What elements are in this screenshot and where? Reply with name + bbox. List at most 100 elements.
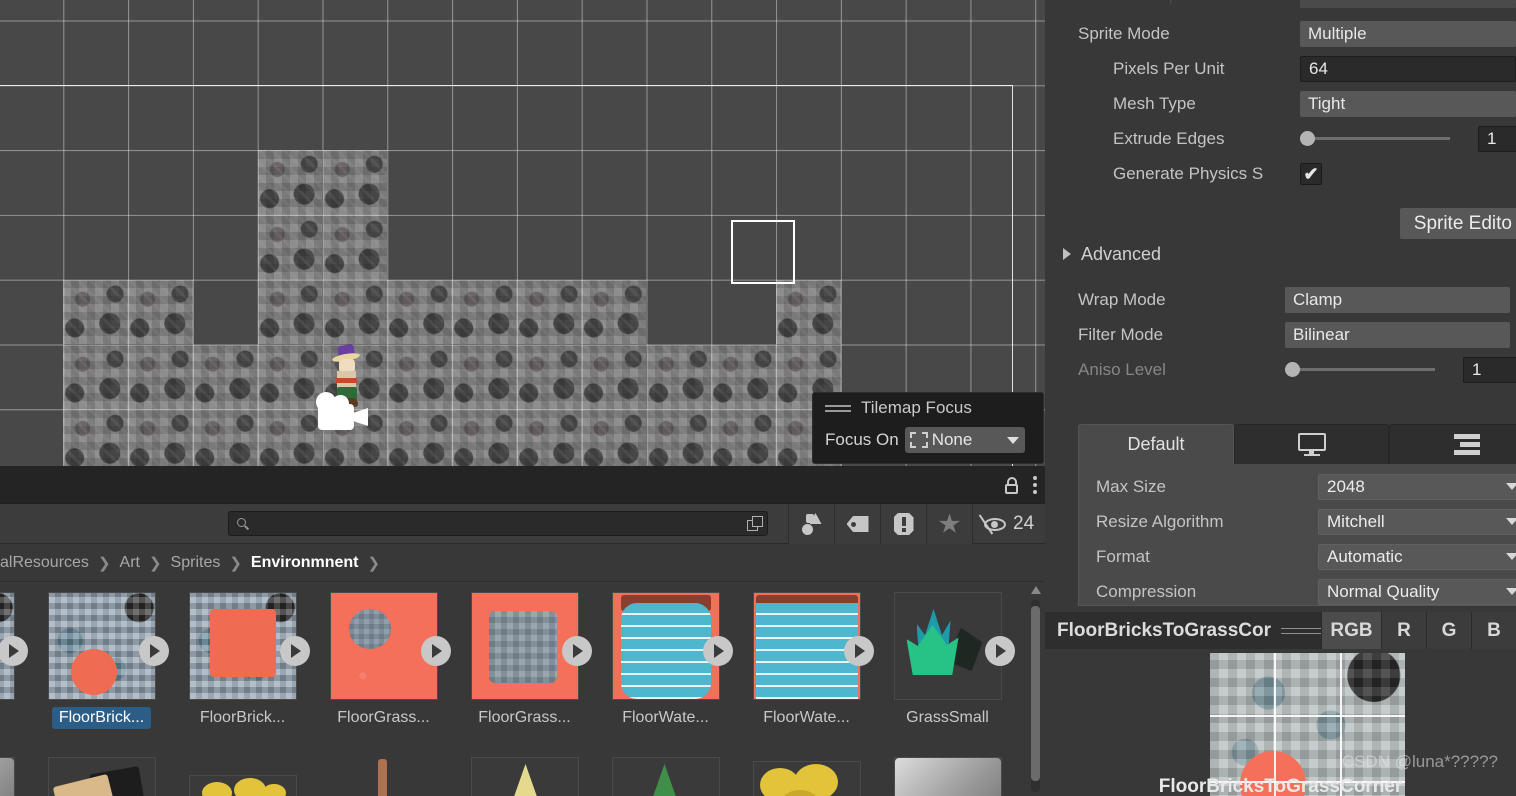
tilemap-focus-header[interactable]: Tilemap Focus: [813, 393, 1043, 423]
resize-algorithm-dropdown[interactable]: Mitchell: [1318, 508, 1516, 535]
asset-label[interactable]: FloorBrick...: [51, 707, 152, 729]
expand-asset-icon[interactable]: [138, 636, 169, 666]
max-size-dropdown[interactable]: 2048: [1318, 473, 1516, 500]
asset-thumbnail[interactable]: [329, 592, 451, 700]
channel-b-button[interactable]: B: [1471, 612, 1516, 649]
more-options-icon[interactable]: [1033, 476, 1037, 494]
list-item[interactable]: FloorBrick...: [31, 592, 172, 729]
asset-label[interactable]: FloorWate...: [615, 707, 716, 729]
list-item[interactable]: [595, 757, 736, 796]
sprite-mode-dropdown[interactable]: Multiple: [1300, 20, 1516, 47]
expand-asset-icon[interactable]: [0, 636, 28, 666]
chevron-right-icon[interactable]: [1063, 248, 1071, 260]
asset-thumbnail[interactable]: [188, 775, 297, 796]
channel-g-button[interactable]: G: [1426, 612, 1471, 649]
focus-on-dropdown[interactable]: None: [904, 427, 1025, 453]
list-item[interactable]: FloorWate...: [736, 592, 877, 729]
lock-icon[interactable]: [1005, 476, 1019, 494]
list-item[interactable]: FloorBrick...: [172, 592, 313, 729]
breadcrumb-item-2[interactable]: Sprites: [171, 554, 221, 572]
extrude-edges-slider[interactable]: 1: [1300, 125, 1516, 152]
asset-thumbnail[interactable]: [47, 757, 156, 796]
asset-thumbnail[interactable]: [0, 757, 15, 796]
asset-thumbnail[interactable]: [0, 592, 28, 700]
list-item[interactable]: [31, 757, 172, 796]
expand-asset-icon[interactable]: [843, 636, 874, 666]
asset-thumbnail[interactable]: [47, 592, 169, 700]
asset-thumbnail[interactable]: [470, 757, 579, 796]
tab-webgl[interactable]: [1389, 424, 1516, 464]
mesh-type-dropdown[interactable]: Tight: [1300, 90, 1516, 117]
asset-thumbnail[interactable]: [611, 592, 733, 700]
asset-label[interactable]: FloorWate...: [756, 707, 857, 729]
asset-thumbnail[interactable]: [611, 757, 720, 796]
preview-zoom-slider[interactable]: [1280, 626, 1321, 636]
list-item[interactable]: [454, 757, 595, 796]
aniso-level-slider[interactable]: 1: [1285, 356, 1516, 383]
list-item[interactable]: [736, 757, 877, 796]
list-item[interactable]: [313, 757, 454, 796]
breadcrumb-item-3[interactable]: Environmnent: [251, 554, 359, 572]
asset-thumbnail[interactable]: [893, 757, 1002, 796]
texture-shape-dropdown[interactable]: 2D: [1300, 0, 1516, 8]
compression-dropdown[interactable]: Normal Quality: [1318, 578, 1516, 605]
aniso-level-value[interactable]: 1: [1463, 356, 1516, 383]
asset-label[interactable]: FloorGrass...: [471, 707, 577, 729]
breadcrumb-item-1[interactable]: Art: [120, 554, 140, 572]
wrap-mode-dropdown[interactable]: Clamp: [1285, 286, 1510, 313]
hidden-items-button[interactable]: 24: [972, 504, 1044, 544]
tab-standalone[interactable]: [1234, 424, 1389, 464]
list-item[interactable]: [0, 592, 31, 729]
search-field[interactable]: [228, 511, 768, 536]
list-item[interactable]: GrassSmall: [877, 592, 1018, 729]
asset-thumbnail[interactable]: [752, 761, 861, 796]
search-input[interactable]: [249, 516, 747, 531]
slider-track[interactable]: [1300, 131, 1450, 146]
generate-physics-shape-checkbox[interactable]: ✔: [1300, 162, 1322, 185]
expand-asset-icon[interactable]: [279, 636, 310, 666]
list-item[interactable]: FloorGrass...: [454, 592, 595, 729]
list-item[interactable]: FloorGrass...: [313, 592, 454, 729]
filter-favorites-button[interactable]: [926, 504, 972, 544]
slider-track[interactable]: [1285, 362, 1435, 377]
slider-knob[interactable]: [1300, 131, 1315, 146]
asset-label[interactable]: FloorGrass...: [330, 707, 436, 729]
tab-default[interactable]: Default: [1078, 424, 1234, 464]
extrude-edges-value[interactable]: 1: [1478, 125, 1516, 152]
asset-thumbnail[interactable]: [188, 592, 310, 700]
filter-by-label-button[interactable]: [834, 504, 880, 544]
asset-thumbnail[interactable]: [893, 592, 1015, 700]
asset-thumbnail[interactable]: [752, 592, 874, 700]
scene-view[interactable]: Tilemap Focus Focus On None: [0, 0, 1045, 466]
list-item[interactable]: [0, 757, 31, 796]
asset-label[interactable]: FloorBrick...: [193, 707, 292, 729]
scrollbar-thumb[interactable]: [1031, 606, 1040, 781]
asset-grid[interactable]: FloorBrick... FloorBrick... FloorGrass..…: [0, 582, 1045, 796]
format-dropdown[interactable]: Automatic: [1318, 543, 1516, 570]
sprite-editor-button[interactable]: Sprite Edito: [1399, 208, 1516, 239]
slider-knob[interactable]: [1285, 362, 1300, 377]
filter-warnings-button[interactable]: [880, 504, 926, 544]
expand-asset-icon[interactable]: [561, 636, 592, 666]
scroll-up-icon[interactable]: [1031, 586, 1041, 594]
asset-label[interactable]: GrassSmall: [899, 707, 996, 729]
expand-asset-icon[interactable]: [702, 636, 733, 666]
expand-asset-icon[interactable]: [420, 636, 451, 666]
search-popout-icon[interactable]: [747, 515, 763, 532]
pixels-per-unit-input[interactable]: 64: [1300, 55, 1516, 82]
project-browser-scrollbar[interactable]: [1031, 586, 1041, 792]
channel-r-button[interactable]: R: [1381, 612, 1426, 649]
channel-rgb-button[interactable]: RGB: [1320, 612, 1381, 649]
filter-mode-dropdown[interactable]: Bilinear: [1285, 321, 1510, 348]
tilemap-focus-overlay[interactable]: Tilemap Focus Focus On None: [812, 392, 1044, 464]
advanced-foldout[interactable]: Advanced: [1045, 237, 1516, 271]
list-item[interactable]: FloorWate...: [595, 592, 736, 729]
asset-thumbnail[interactable]: [330, 757, 438, 796]
expand-asset-icon[interactable]: [984, 636, 1015, 666]
filter-by-type-button[interactable]: [788, 504, 834, 544]
breadcrumb-item-0[interactable]: alResources: [0, 554, 89, 572]
list-item[interactable]: [172, 757, 313, 796]
drag-handle-icon[interactable]: [825, 404, 851, 413]
asset-thumbnail[interactable]: [470, 592, 592, 700]
list-item[interactable]: [877, 757, 1018, 796]
